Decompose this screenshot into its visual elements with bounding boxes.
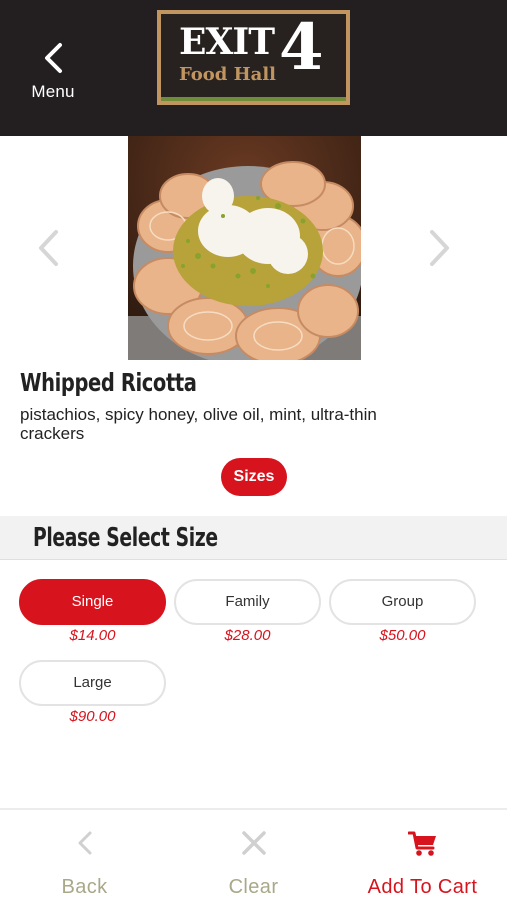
add-to-cart-button[interactable]: Add To Cart	[338, 810, 507, 900]
sizes-button[interactable]: Sizes	[221, 458, 287, 496]
add-to-cart-label: Add To Cart	[367, 876, 478, 898]
back-button-label: Back	[61, 876, 108, 898]
size-section-header: Please Select Size	[0, 516, 507, 560]
logo-text-food-hall: Food Hall	[179, 64, 277, 85]
back-button[interactable]: Back	[0, 810, 169, 900]
previous-photo-chevron-icon[interactable]	[36, 228, 60, 268]
chevron-left-icon	[45, 43, 62, 73]
size-section-heading: Please Select Size	[33, 523, 218, 553]
menu-back-button[interactable]: Menu	[20, 36, 86, 108]
size-price-family: $28.00	[224, 627, 271, 644]
item-description: pistachios, spicy honey, olive oil, mint…	[20, 405, 377, 443]
bottom-action-bar: Back Clear Add To Cart	[0, 808, 507, 900]
exit4-logo: EXIT 4 Food Hall	[157, 10, 350, 105]
item-photo	[128, 136, 361, 360]
shopping-cart-icon	[407, 831, 436, 856]
clear-button[interactable]: Clear	[169, 810, 338, 900]
chevron-left-icon	[78, 831, 91, 855]
item-title: Whipped Ricotta	[20, 368, 197, 397]
clear-button-label: Clear	[228, 876, 279, 898]
close-icon	[241, 831, 266, 855]
size-option-family[interactable]: Family	[174, 579, 321, 625]
next-photo-chevron-icon[interactable]	[428, 228, 452, 268]
size-option-group[interactable]: Group	[329, 579, 476, 625]
size-price-large: $90.00	[69, 708, 116, 725]
logo-text-exit: EXIT	[179, 21, 275, 63]
size-option-large[interactable]: Large	[19, 660, 166, 706]
logo-text-number: 4	[279, 14, 324, 85]
size-price-single: $14.00	[69, 627, 116, 644]
logo-underline	[161, 97, 346, 101]
app-header: Menu EXIT 4 Food Hall	[0, 0, 507, 136]
size-option-single[interactable]: Single	[19, 579, 166, 625]
size-price-group: $50.00	[379, 627, 426, 644]
menu-back-label: Menu	[31, 82, 75, 101]
